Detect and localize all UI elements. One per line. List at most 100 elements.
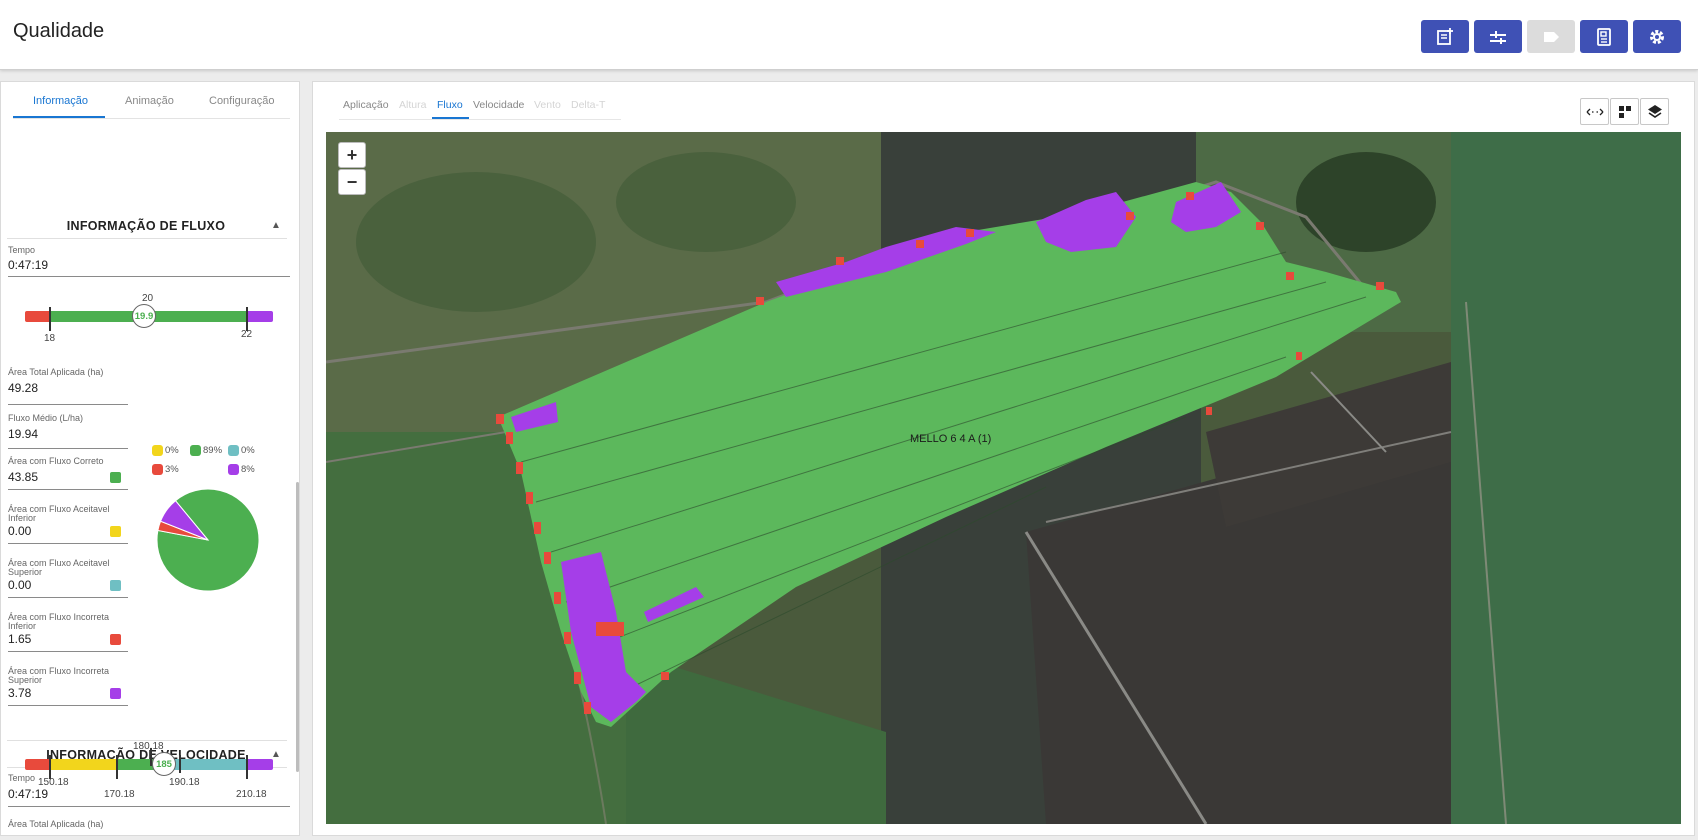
compare-button[interactable] bbox=[1474, 20, 1522, 53]
scale-segment-low bbox=[25, 759, 50, 770]
legend-label: 0% bbox=[165, 445, 179, 456]
map-panel: Aplicação Altura Fluxo Velocidade Vento … bbox=[312, 81, 1695, 836]
legend-swatch bbox=[190, 445, 201, 456]
field-underline bbox=[8, 597, 128, 598]
area-total-label: Área Total Aplicada (ha) bbox=[8, 367, 104, 377]
area-aceitavel-superior-label: Área com Fluxo Aceitavel Superior bbox=[8, 558, 110, 577]
tab-altura[interactable]: Altura bbox=[399, 99, 426, 111]
satellite-map[interactable]: + − MELLO 6 4 A (1) bbox=[326, 132, 1681, 824]
flow-scale-knob[interactable]: 19.9 bbox=[132, 304, 156, 328]
scale-tick-max bbox=[246, 307, 248, 331]
speed-scale-label-210: 210.18 bbox=[236, 789, 267, 800]
flow-section-title[interactable]: INFORMAÇÃO DE FLUXO bbox=[1, 219, 291, 233]
speed-scale-bar bbox=[25, 759, 273, 770]
info-tabs: Informação Animação Configuração bbox=[13, 82, 290, 119]
speed-area-total-label: Área Total Aplicada (ha) bbox=[8, 819, 104, 829]
area-incorreta-inferior-label: Área com Fluxo Incorreta Inferior bbox=[8, 612, 110, 631]
legend-swatch bbox=[152, 445, 163, 456]
field-underline bbox=[8, 404, 128, 405]
fluxo-medio-value: 19.94 bbox=[8, 427, 39, 441]
legend-incorreta-superior: 8% bbox=[228, 464, 255, 475]
tab-fluxo[interactable]: Fluxo bbox=[437, 99, 463, 111]
tab-delta-t[interactable]: Delta-T bbox=[571, 99, 605, 111]
sliders-icon bbox=[1490, 30, 1506, 44]
zoom-in-button[interactable]: + bbox=[338, 142, 366, 168]
field-underline bbox=[8, 489, 128, 490]
area-aceitavel-inferior-label: Área com Fluxo Aceitavel Inferior bbox=[8, 504, 110, 523]
divider bbox=[7, 238, 287, 239]
compare-arrows-button[interactable] bbox=[1580, 98, 1609, 125]
speed-scale-label-190: 190.18 bbox=[169, 777, 200, 788]
note-add-icon bbox=[1437, 27, 1453, 45]
field-underline bbox=[8, 276, 290, 277]
add-report-button[interactable] bbox=[1421, 20, 1469, 53]
area-incorreta-superior-value: 3.78 bbox=[8, 686, 32, 700]
tab-informacao[interactable]: Informação bbox=[33, 95, 88, 107]
field-label: MELLO 6 4 A (1) bbox=[910, 433, 992, 445]
settings-button[interactable] bbox=[1633, 20, 1681, 53]
area-aceitavel-superior-value: 0.00 bbox=[8, 578, 32, 592]
area-aceitavel-inferior-value: 0.00 bbox=[8, 524, 32, 538]
flow-pie-chart bbox=[156, 488, 260, 592]
speed-tempo-value: 0:47:19 bbox=[8, 787, 49, 801]
aceitavel-inferior-color-swatch bbox=[110, 526, 121, 537]
legend-swatch bbox=[228, 464, 239, 475]
area-total-value: 49.28 bbox=[8, 381, 39, 395]
scale-target-label: 20 bbox=[142, 293, 154, 304]
tab-aplicacao[interactable]: Aplicação bbox=[343, 99, 389, 111]
legend-incorreta-inferior: 3% bbox=[152, 464, 179, 475]
tab-configuracao[interactable]: Configuração bbox=[209, 95, 274, 107]
area-correto-value: 43.85 bbox=[8, 470, 39, 484]
header-bar: Qualidade bbox=[0, 0, 1698, 70]
report-button[interactable] bbox=[1580, 20, 1628, 53]
active-tab-indicator bbox=[432, 117, 469, 119]
chevron-up-icon[interactable]: ▲ bbox=[271, 220, 281, 231]
legend-swatch bbox=[152, 464, 163, 475]
scale-tick bbox=[49, 755, 51, 779]
fluxo-medio-label: Fluxo Médio (L/ha) bbox=[8, 413, 84, 423]
speed-tempo-label: Tempo bbox=[8, 773, 36, 783]
label-icon bbox=[1544, 31, 1559, 42]
zoom-out-button[interactable]: − bbox=[338, 169, 366, 195]
page-title: Qualidade bbox=[13, 20, 105, 42]
speed-scale-label-150: 150.18 bbox=[38, 777, 69, 788]
grid-button[interactable] bbox=[1610, 98, 1639, 125]
tempo-value: 0:47:19 bbox=[8, 258, 49, 272]
gear-icon bbox=[1650, 29, 1664, 44]
scale-min-label: 18 bbox=[44, 333, 56, 344]
document-icon bbox=[1597, 27, 1611, 46]
field-underline bbox=[8, 651, 128, 652]
legend-label: 0% bbox=[241, 445, 255, 456]
scale-tick bbox=[116, 755, 118, 779]
active-tab-indicator bbox=[13, 116, 105, 118]
legend-label: 8% bbox=[241, 464, 255, 475]
speed-scale-knob[interactable]: 185 bbox=[152, 752, 176, 776]
legend-swatch bbox=[228, 445, 239, 456]
incorreta-superior-color-swatch bbox=[110, 688, 121, 699]
scale-max-label: 22 bbox=[241, 329, 253, 340]
tempo-label: Tempo bbox=[8, 245, 36, 255]
legend-aceitavel-inferior: 0% bbox=[152, 445, 179, 456]
field-underline bbox=[8, 448, 128, 449]
tab-vento[interactable]: Vento bbox=[534, 99, 561, 111]
incorreta-inferior-color-swatch bbox=[110, 634, 121, 645]
correto-color-swatch bbox=[110, 472, 121, 483]
tab-velocidade[interactable]: Velocidade bbox=[473, 99, 524, 111]
scale-tick bbox=[246, 755, 248, 779]
scale-segment-high bbox=[247, 311, 273, 322]
info-scroll-area[interactable]: INFORMAÇÃO DE FLUXO ▲ Tempo 0:47:19 20 1… bbox=[1, 123, 291, 835]
field-underline bbox=[8, 705, 128, 706]
field-underline bbox=[8, 543, 128, 544]
info-panel: Informação Animação Configuração INFORMA… bbox=[0, 81, 300, 836]
scale-segment-low bbox=[25, 311, 50, 322]
grid-icon bbox=[1618, 105, 1631, 118]
field-underline bbox=[8, 806, 290, 807]
tab-animacao[interactable]: Animação bbox=[125, 95, 174, 107]
area-incorreta-superior-label: Área com Fluxo Incorreta Superior bbox=[8, 666, 110, 685]
disabled-label-button[interactable] bbox=[1527, 20, 1575, 53]
legend-label: 3% bbox=[165, 464, 179, 475]
panel-scrollbar[interactable] bbox=[296, 482, 299, 772]
layers-button[interactable] bbox=[1640, 98, 1669, 125]
scale-segment-acceptable-low bbox=[50, 759, 117, 770]
speed-scale-label-180: 180.18 bbox=[133, 741, 164, 752]
